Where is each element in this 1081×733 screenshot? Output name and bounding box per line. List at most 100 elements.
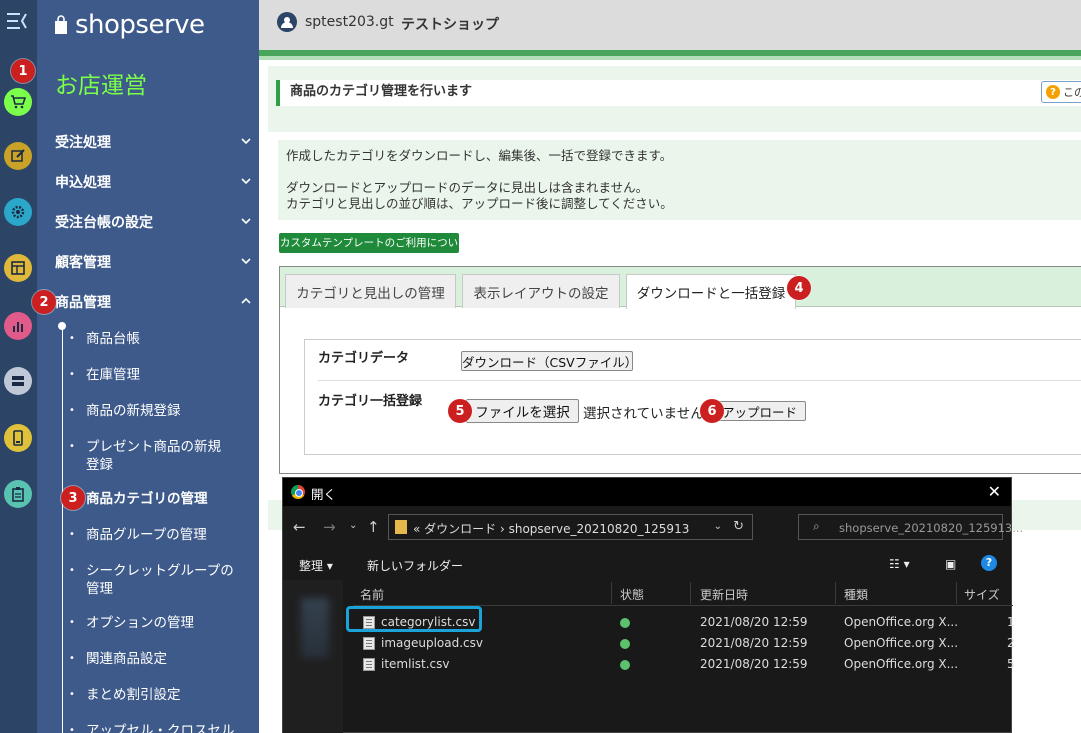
nav-order-ledger-settings[interactable]: 受注台帳の設定: [55, 210, 259, 234]
search-icon: ⌕: [813, 519, 820, 533]
no-file-text: 選択されていません: [583, 406, 704, 422]
sidebar: shopserve お店運営 受注処理 申込処理 受注台帳の設定 顧客管理 商品…: [37, 0, 259, 733]
server-icon[interactable]: [4, 367, 32, 395]
sub-bundle-discount[interactable]: まとめ割引設定: [69, 686, 253, 704]
description-line: ダウンロードとアップロードのデータに見出しは含まれません。: [286, 180, 649, 195]
step-badge-6: 6: [700, 399, 724, 423]
step-badge-3: 3: [61, 486, 85, 510]
file-date: 2021/08/20 12:59: [700, 615, 808, 629]
sub-related-products[interactable]: 関連商品設定: [69, 650, 253, 668]
layout-icon[interactable]: [4, 254, 32, 282]
edit-icon[interactable]: [4, 142, 32, 170]
sub-new-present-product[interactable]: プレゼント商品の新規登録: [69, 438, 223, 474]
nav-application-processing[interactable]: 申込処理: [55, 170, 259, 194]
sub-label: オプションの管理: [86, 615, 194, 631]
address-path: « ダウンロード › shopserve_20210820_125913: [413, 522, 690, 536]
file-type: OpenOffice.org X...: [844, 657, 959, 671]
refresh-icon[interactable]: ↻: [733, 519, 744, 534]
upload-button[interactable]: アップロード: [713, 401, 806, 421]
col-separator[interactable]: [690, 582, 691, 604]
cart-icon[interactable]: [4, 88, 32, 116]
custom-template-link[interactable]: カスタムテンプレートのご利用について: [279, 233, 459, 269]
help-icon[interactable]: ?: [981, 555, 997, 571]
blurred-item: [301, 598, 329, 658]
file-type: OpenOffice.org X...: [844, 615, 959, 629]
clipboard-icon[interactable]: [4, 480, 32, 508]
col-status[interactable]: 状態: [620, 586, 644, 603]
forward-arrow-icon[interactable]: →: [323, 518, 336, 536]
gear-icon[interactable]: [4, 198, 32, 226]
file-highlight: [346, 606, 482, 632]
category-data-label: カテゴリデータ: [318, 351, 410, 366]
section-title: お店運営: [55, 73, 147, 99]
user-name: sptest203.gt: [305, 14, 394, 30]
view-options-icon[interactable]: ☷ ▾: [889, 557, 910, 571]
chevron-down-icon: [241, 178, 251, 185]
submenu-dot: [58, 322, 66, 330]
col-separator[interactable]: [956, 582, 957, 604]
sync-status-icon: [620, 639, 630, 649]
shop-name: テストショップ: [401, 17, 499, 33]
col-separator[interactable]: [835, 582, 836, 604]
sub-label: 商品台帳: [86, 331, 140, 347]
back-arrow-icon[interactable]: ←: [293, 518, 306, 536]
nav-label: 受注台帳の設定: [55, 215, 153, 231]
sub-new-product[interactable]: 商品の新規登録: [69, 402, 253, 420]
help-icon: ?: [1046, 85, 1060, 99]
sub-label: アップセル・クロスセル: [86, 723, 235, 733]
history-chevron-icon[interactable]: ⌄: [349, 520, 357, 531]
preview-pane-icon[interactable]: ▣: [945, 557, 956, 571]
tab-download-bulk[interactable]: ダウンロードと一括登録: [626, 274, 796, 309]
file-date: 2021/08/20 12:59: [700, 657, 808, 671]
nav-customer-management[interactable]: 顧客管理: [55, 250, 259, 274]
search-input[interactable]: ⌕ shopserve_20210820_125913...: [798, 514, 1023, 540]
step-badge-1: 1: [11, 59, 35, 83]
organize-button[interactable]: 整理 ▾: [299, 557, 333, 574]
sub-category-management[interactable]: 商品カテゴリの管理: [69, 490, 253, 508]
col-size[interactable]: サイズ: [964, 586, 1000, 603]
dialog-toolbar: 整理 ▾ 新しいフォルダー ☷ ▾ ▣ ?: [283, 552, 1011, 578]
folder-icon: [395, 520, 407, 534]
download-csv-button[interactable]: ダウンロード（CSVファイル）: [461, 351, 637, 371]
nav-label: 商品管理: [55, 295, 111, 311]
col-type[interactable]: 種類: [844, 586, 868, 603]
sub-inventory[interactable]: 在庫管理: [69, 366, 253, 384]
chevron-down-icon: [241, 218, 251, 225]
dialog-title: 開く: [311, 487, 337, 502]
file-row[interactable]: itemlist.csv 2021/08/20 12:59 OpenOffice…: [353, 655, 1015, 675]
sub-upsell-crosssell[interactable]: アップセル・クロスセル: [69, 722, 253, 733]
tab-category-headings[interactable]: カテゴリと見出しの管理: [285, 274, 456, 308]
chevron-down-icon: [241, 258, 251, 265]
chevron-down-icon[interactable]: ⌄: [714, 521, 722, 532]
nav-order-processing[interactable]: 受注処理: [55, 130, 259, 154]
submenu-line: [62, 325, 63, 733]
col-date[interactable]: 更新日時: [700, 586, 748, 603]
file-row[interactable]: imageupload.csv 2021/08/20 12:59 OpenOff…: [353, 634, 1015, 654]
up-arrow-icon[interactable]: ↑: [367, 518, 380, 536]
shopserve-logo[interactable]: shopserve: [53, 10, 205, 40]
col-name[interactable]: 名前: [360, 586, 384, 603]
close-icon[interactable]: ✕: [988, 482, 1001, 501]
sub-label: シークレットグループの管理: [86, 563, 234, 597]
sub-product-ledger[interactable]: 商品台帳: [69, 330, 253, 348]
chart-icon[interactable]: [4, 312, 32, 340]
spreadsheet-icon: [363, 637, 375, 650]
sub-secret-group[interactable]: シークレットグループの管理: [69, 562, 238, 598]
choose-file-button[interactable]: ファイルを選択: [466, 399, 579, 423]
nav-product-management[interactable]: 商品管理: [55, 290, 259, 314]
description-line: 作成したカテゴリをダウンロードし、編集後、一括で登録できます。: [286, 148, 673, 163]
new-folder-button[interactable]: 新しいフォルダー: [367, 557, 463, 574]
user-icon[interactable]: [277, 12, 297, 32]
tab-layout-settings[interactable]: 表示レイアウトの設定: [462, 274, 620, 308]
sub-group-management[interactable]: 商品グループの管理: [69, 526, 253, 544]
chrome-icon: [291, 485, 305, 499]
sub-label: 商品グループの管理: [86, 527, 207, 543]
sub-option-management[interactable]: オプションの管理: [69, 614, 253, 632]
help-button[interactable]: ? この: [1041, 81, 1081, 103]
sub-label: 商品の新規登録: [86, 403, 181, 419]
menu-collapse-icon[interactable]: [6, 10, 28, 32]
address-bar[interactable]: « ダウンロード › shopserve_20210820_125913 ⌄ ↻: [388, 514, 753, 540]
phone-icon[interactable]: [4, 424, 32, 452]
col-separator[interactable]: [611, 582, 612, 604]
sub-label: 関連商品設定: [86, 651, 167, 667]
